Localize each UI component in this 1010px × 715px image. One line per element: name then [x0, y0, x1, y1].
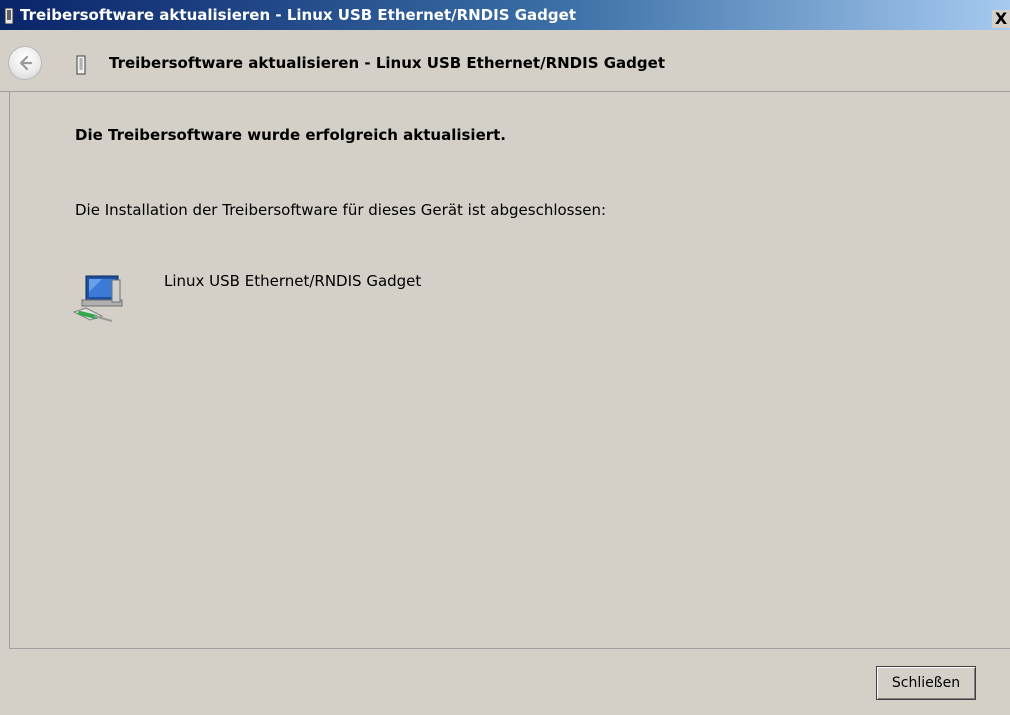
completion-message: Die Installation der Treibersoftware für… — [75, 201, 607, 219]
back-button[interactable] — [8, 46, 42, 80]
window-title: Treibersoftware aktualisieren - Linux US… — [20, 6, 576, 24]
success-heading: Die Treibersoftware wurde erfolgreich ak… — [75, 126, 507, 144]
window-close-button[interactable]: X — [992, 10, 1010, 28]
device-name: Linux USB Ethernet/RNDIS Gadget — [164, 272, 422, 290]
close-button[interactable]: Schließen — [876, 666, 976, 700]
content-panel — [9, 92, 1010, 649]
driver-update-window: Treibersoftware aktualisieren - Linux US… — [0, 0, 1010, 715]
usb-device-icon — [76, 55, 86, 75]
dialog-footer — [0, 650, 1010, 715]
usb-device-icon — [4, 8, 14, 24]
page-title: Treibersoftware aktualisieren - Linux US… — [109, 54, 665, 72]
title-bar[interactable]: Treibersoftware aktualisieren - Linux US… — [0, 0, 1010, 30]
network-adapter-icon — [72, 275, 123, 322]
back-arrow-icon — [19, 55, 33, 71]
